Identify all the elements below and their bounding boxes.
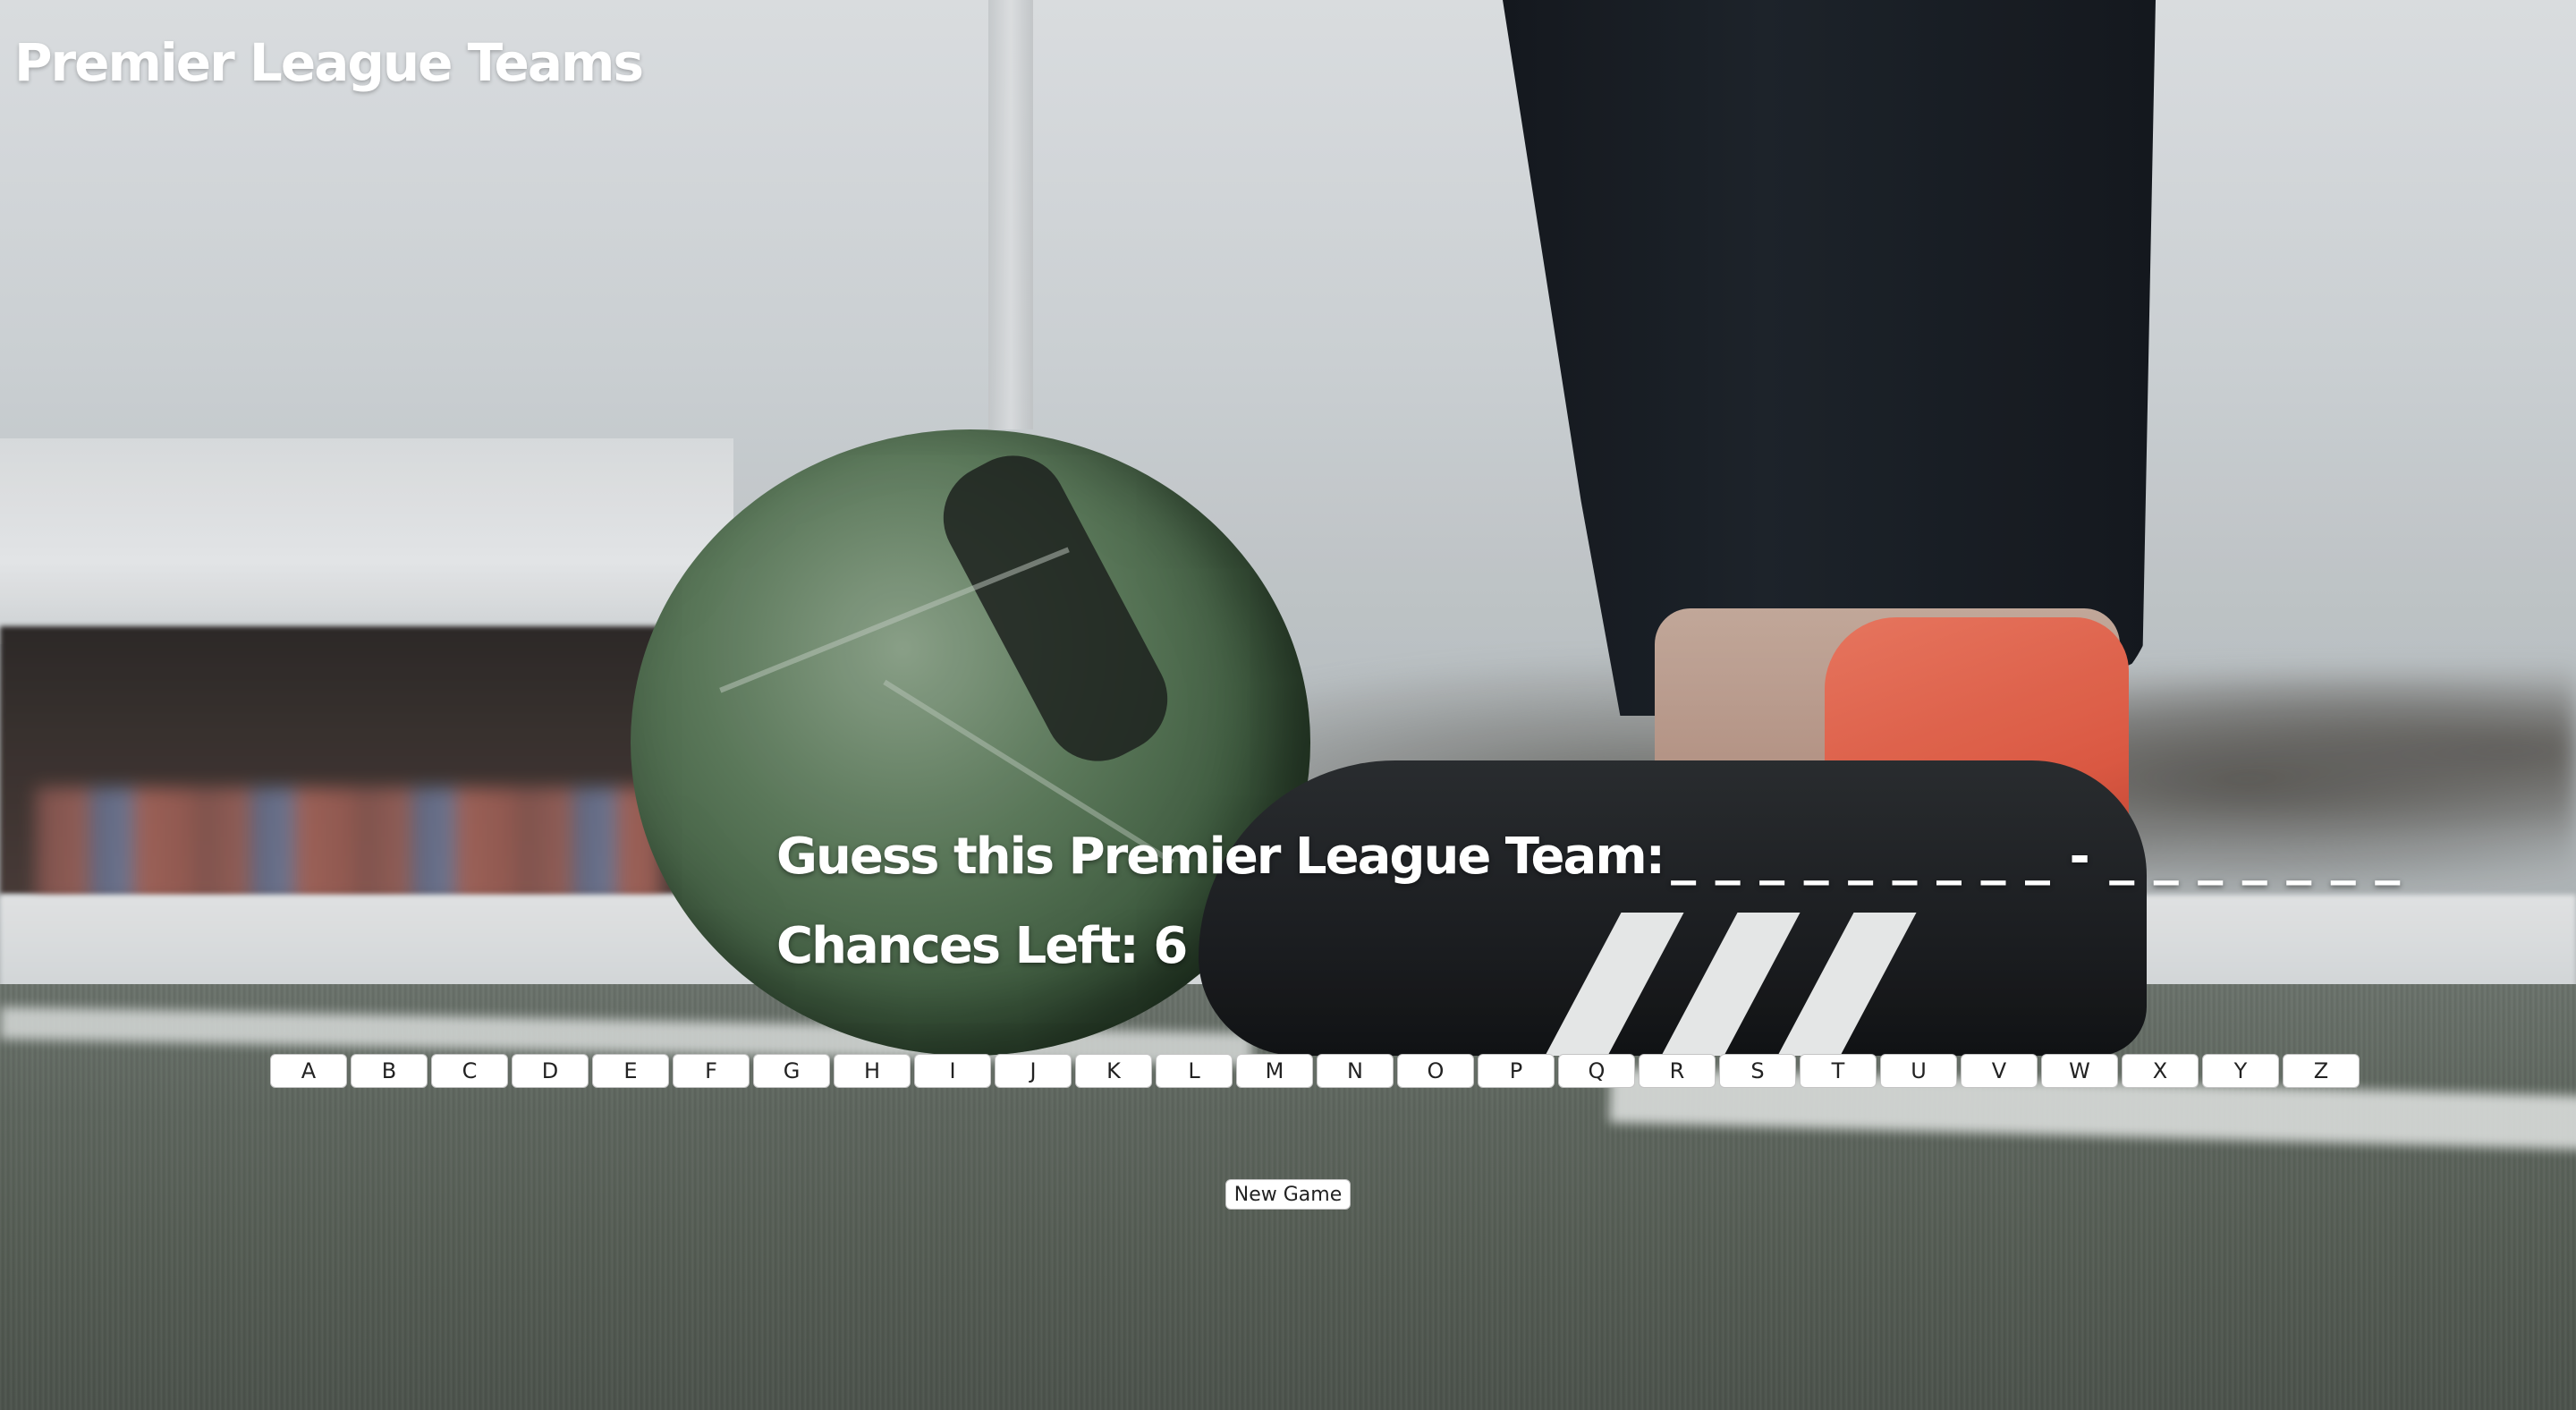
letter-button-b[interactable]: B xyxy=(351,1054,428,1088)
letter-button-k[interactable]: K xyxy=(1075,1054,1152,1088)
page-title: Premier League Teams xyxy=(14,32,644,93)
letter-button-r[interactable]: R xyxy=(1639,1054,1716,1088)
letter-button-w[interactable]: W xyxy=(2041,1054,2118,1088)
letter-button-p[interactable]: P xyxy=(1478,1054,1555,1088)
guess-prompt: Guess this Premier League Team: _ _ _ _ _… xyxy=(776,821,2400,893)
letter-button-h[interactable]: H xyxy=(834,1054,911,1088)
letter-button-q[interactable]: Q xyxy=(1558,1054,1635,1088)
game-panel: Guess this Premier League Team: _ _ _ _ _… xyxy=(776,821,2400,982)
letter-button-y[interactable]: Y xyxy=(2202,1054,2279,1088)
letter-button-d[interactable]: D xyxy=(512,1054,589,1088)
chances-label: Chances Left: xyxy=(776,917,1140,975)
letter-button-x[interactable]: X xyxy=(2122,1054,2199,1088)
letter-button-g[interactable]: G xyxy=(753,1054,830,1088)
guess-label: Guess this Premier League Team: xyxy=(776,828,1665,886)
letter-button-l[interactable]: L xyxy=(1156,1054,1233,1088)
letter-button-a[interactable]: A xyxy=(270,1054,347,1088)
letter-keyboard: ABCDEFGHIJKLMNOPQRSTUVWXYZ xyxy=(270,1054,2360,1088)
letter-button-n[interactable]: N xyxy=(1317,1054,1394,1088)
letter-button-i[interactable]: I xyxy=(914,1054,991,1088)
letter-button-c[interactable]: C xyxy=(431,1054,508,1088)
letter-button-s[interactable]: S xyxy=(1719,1054,1796,1088)
letter-button-z[interactable]: Z xyxy=(2283,1054,2360,1088)
letter-button-m[interactable]: M xyxy=(1236,1054,1313,1088)
letter-button-u[interactable]: U xyxy=(1880,1054,1957,1088)
masked-word: _ _ _ _ _ _ _ _ _ - _ _ _ _ _ _ _ xyxy=(1671,828,2402,886)
letter-button-j[interactable]: J xyxy=(995,1054,1072,1088)
letter-button-f[interactable]: F xyxy=(673,1054,750,1088)
chances-count: 6 xyxy=(1153,917,1188,975)
new-game-button[interactable]: New Game xyxy=(1225,1179,1351,1210)
letter-button-o[interactable]: O xyxy=(1397,1054,1474,1088)
letter-button-v[interactable]: V xyxy=(1961,1054,2038,1088)
letter-button-t[interactable]: T xyxy=(1800,1054,1877,1088)
letter-button-e[interactable]: E xyxy=(592,1054,669,1088)
chances-display: Chances Left: 6 xyxy=(776,911,2118,982)
